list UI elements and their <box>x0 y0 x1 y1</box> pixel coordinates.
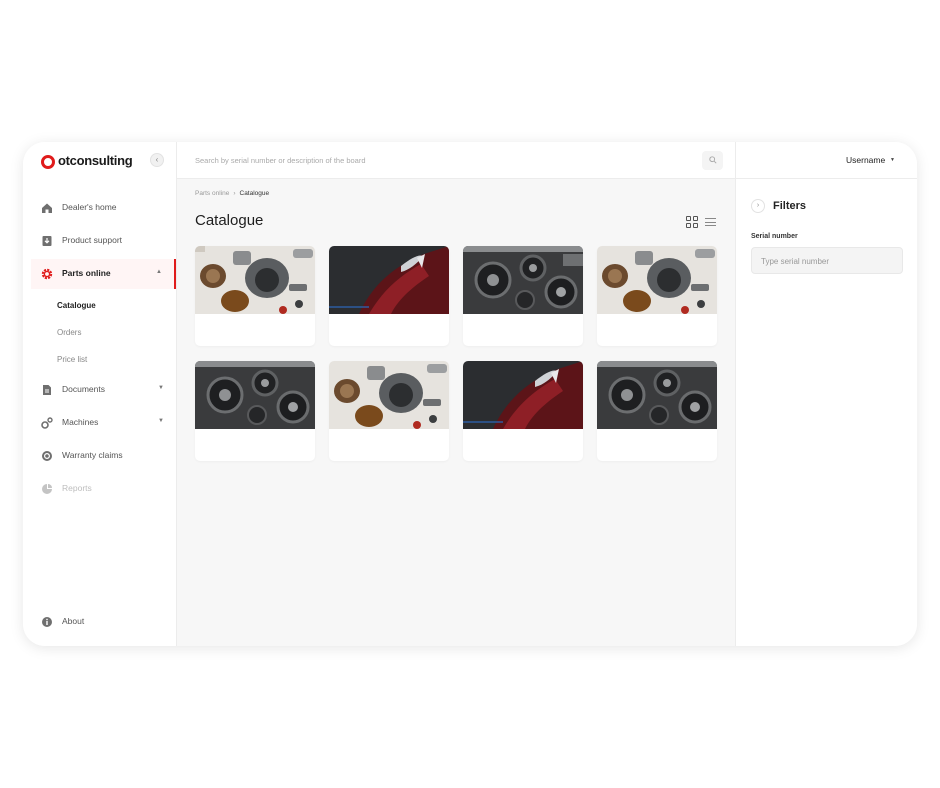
sidebar-item-label: Machines <box>62 417 99 427</box>
filters-panel: › Filters Serial number Type serial numb… <box>735 179 917 646</box>
sidebar-item-label: Dealer's home <box>62 202 117 212</box>
main-content: Parts online › Catalogue Catalogue <box>177 179 735 646</box>
catalogue-card[interactable] <box>195 246 315 346</box>
download-icon <box>41 235 53 247</box>
parts-spread-image <box>195 246 315 314</box>
engine-image <box>597 361 717 429</box>
breadcrumb-catalogue: Catalogue <box>239 190 270 197</box>
search-input[interactable]: Search by serial number or description o… <box>195 156 366 165</box>
sidebar-item-reports[interactable]: Reports <box>31 474 176 504</box>
breadcrumb: Parts online › Catalogue <box>195 190 269 197</box>
app-window: otconsulting ‹ Dealer's home Product sup… <box>23 142 917 646</box>
machines-icon <box>41 417 53 429</box>
sidebar-item-label: Warranty claims <box>62 450 123 460</box>
chevron-left-icon: ‹ <box>155 155 159 164</box>
sidebar-item-machines[interactable]: Machines ▼ <box>31 408 176 438</box>
chevron-right-icon: › <box>756 202 760 209</box>
parts-spread-image <box>597 246 717 314</box>
sidebar-item-warranty-claims[interactable]: Warranty claims <box>31 441 176 471</box>
sidebar-item-dealers-home[interactable]: Dealer's home <box>31 193 176 223</box>
chevron-down-icon[interactable]: ▼ <box>890 157 895 163</box>
sidebar-subitem-catalogue[interactable]: Catalogue <box>57 301 96 310</box>
home-icon <box>41 202 53 214</box>
sidebar-subitem-price-list[interactable]: Price list <box>57 355 87 364</box>
search-button[interactable] <box>702 151 723 170</box>
gear-icon <box>41 268 53 280</box>
catalogue-card[interactable] <box>463 361 583 461</box>
sidebar-item-label: Product support <box>62 235 123 245</box>
chevron-down-icon: ▼ <box>158 418 164 424</box>
grid-view-icon[interactable] <box>686 216 698 228</box>
warranty-icon <box>41 450 53 462</box>
breadcrumb-parts-online[interactable]: Parts online <box>195 190 229 197</box>
top-bar: Search by serial number or description o… <box>177 142 917 179</box>
sidebar-subitem-orders[interactable]: Orders <box>57 328 81 337</box>
filters-toggle-button[interactable]: › <box>751 199 765 213</box>
chevron-down-icon: ▼ <box>158 385 164 391</box>
user-menu[interactable]: Username <box>846 155 885 165</box>
sidebar-item-about[interactable]: About <box>31 607 176 637</box>
sidebar-item-product-support[interactable]: Product support <box>31 226 176 256</box>
parts-spread-image <box>329 361 449 429</box>
sidebar-item-label: Reports <box>62 483 92 493</box>
catalogue-card[interactable] <box>463 246 583 346</box>
topbar-divider <box>735 142 736 179</box>
sidebar-item-parts-online[interactable]: Parts online ▲ <box>31 259 176 289</box>
chevron-up-icon: ▲ <box>156 269 162 275</box>
document-icon <box>41 384 53 396</box>
serial-number-label: Serial number <box>751 233 798 240</box>
engine-image <box>463 246 583 314</box>
search-icon <box>708 156 717 164</box>
list-view-icon[interactable] <box>705 217 716 227</box>
sidebar-item-documents[interactable]: Documents ▼ <box>31 375 176 405</box>
brand-logo[interactable]: otconsulting <box>41 152 167 172</box>
sidebar-item-label: Documents <box>62 384 105 394</box>
serial-number-input[interactable]: Type serial number <box>751 247 903 274</box>
sidebar-item-label: Parts online <box>62 268 111 278</box>
catalogue-card[interactable] <box>597 361 717 461</box>
breadcrumb-separator-icon: › <box>233 190 236 197</box>
catalogue-card[interactable] <box>329 246 449 346</box>
sidebar-item-label: About <box>62 616 85 626</box>
info-icon <box>41 616 53 628</box>
brand-name: otconsulting <box>58 153 133 168</box>
catalogue-card[interactable] <box>597 246 717 346</box>
pie-chart-icon <box>41 483 53 495</box>
filters-title: Filters <box>773 200 807 212</box>
catalogue-card[interactable] <box>329 361 449 461</box>
page-title: Catalogue <box>195 212 264 229</box>
sidebar: otconsulting ‹ Dealer's home Product sup… <box>23 142 177 646</box>
red-car-image <box>463 361 583 429</box>
collapse-sidebar-button[interactable]: ‹ <box>150 153 164 167</box>
engine-image <box>195 361 315 429</box>
catalogue-card[interactable] <box>195 361 315 461</box>
red-car-image <box>329 246 449 314</box>
logo-mark-icon <box>41 155 55 169</box>
